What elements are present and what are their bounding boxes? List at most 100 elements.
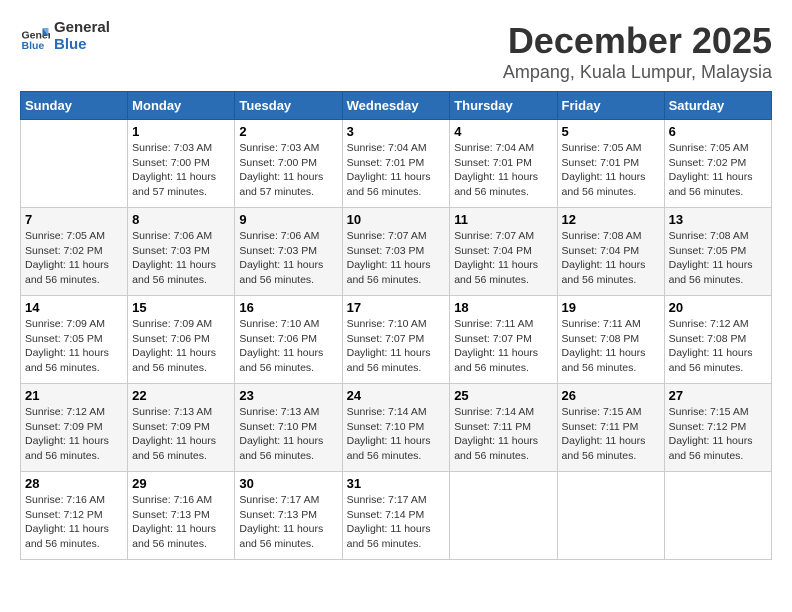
calendar-cell: 23 Sunrise: 7:13 AMSunset: 7:10 PMDayligh… (235, 384, 342, 472)
day-info: Sunrise: 7:10 AMSunset: 7:06 PMDaylight:… (239, 317, 337, 376)
day-number: 5 (562, 124, 660, 139)
calendar-cell: 9 Sunrise: 7:06 AMSunset: 7:03 PMDaylight… (235, 208, 342, 296)
day-number: 1 (132, 124, 230, 139)
calendar-cell: 13 Sunrise: 7:08 AMSunset: 7:05 PMDayligh… (664, 208, 771, 296)
day-number: 16 (239, 300, 337, 315)
day-info: Sunrise: 7:08 AMSunset: 7:05 PMDaylight:… (669, 229, 767, 288)
month-title: December 2025 (503, 20, 772, 62)
day-info: Sunrise: 7:14 AMSunset: 7:11 PMDaylight:… (454, 405, 552, 464)
calendar-cell: 28Sunrise: 7:16 AMSunset: 7:12 PMDayligh… (21, 472, 128, 560)
calendar-week-row: 21 Sunrise: 7:12 AMSunset: 7:09 PMDayligh… (21, 384, 772, 472)
calendar-cell: 25Sunrise: 7:14 AMSunset: 7:11 PMDayligh… (450, 384, 557, 472)
logo-general: General (54, 20, 110, 37)
day-number: 26 (562, 388, 660, 403)
day-info: Sunrise: 7:15 AMSunset: 7:12 PMDaylight:… (669, 405, 767, 464)
day-info: Sunrise: 7:12 AMSunset: 7:08 PMDaylight:… (669, 317, 767, 376)
day-number: 31 (347, 476, 446, 491)
calendar-cell: 1 Sunrise: 7:03 AMSunset: 7:00 PMDaylight… (128, 120, 235, 208)
day-info: Sunrise: 7:06 AMSunset: 7:03 PMDaylight:… (239, 229, 337, 288)
day-info: Sunrise: 7:04 AMSunset: 7:01 PMDaylight:… (347, 141, 446, 200)
col-header-sunday: Sunday (21, 92, 128, 120)
calendar-cell: 7 Sunrise: 7:05 AMSunset: 7:02 PMDaylight… (21, 208, 128, 296)
day-info: Sunrise: 7:09 AMSunset: 7:06 PMDaylight:… (132, 317, 230, 376)
calendar-cell: 15Sunrise: 7:09 AMSunset: 7:06 PMDayligh… (128, 296, 235, 384)
calendar-cell (21, 120, 128, 208)
day-info: Sunrise: 7:05 AMSunset: 7:02 PMDaylight:… (25, 229, 123, 288)
day-info: Sunrise: 7:08 AMSunset: 7:04 PMDaylight:… (562, 229, 660, 288)
calendar-cell: 19Sunrise: 7:11 AMSunset: 7:08 PMDayligh… (557, 296, 664, 384)
title-section: December 2025 Ampang, Kuala Lumpur, Mala… (503, 20, 772, 83)
day-info: Sunrise: 7:05 AMSunset: 7:02 PMDaylight:… (669, 141, 767, 200)
day-info: Sunrise: 7:17 AMSunset: 7:13 PMDaylight:… (239, 493, 337, 552)
col-header-tuesday: Tuesday (235, 92, 342, 120)
calendar-cell: 29 Sunrise: 7:16 AMSunset: 7:13 PMDayligh… (128, 472, 235, 560)
col-header-saturday: Saturday (664, 92, 771, 120)
calendar-cell: 20 Sunrise: 7:12 AMSunset: 7:08 PMDayligh… (664, 296, 771, 384)
day-info: Sunrise: 7:15 AMSunset: 7:11 PMDaylight:… (562, 405, 660, 464)
day-info: Sunrise: 7:07 AMSunset: 7:03 PMDaylight:… (347, 229, 446, 288)
logo-icon: General Blue (20, 22, 50, 52)
day-info: Sunrise: 7:11 AMSunset: 7:07 PMDaylight:… (454, 317, 552, 376)
day-number: 7 (25, 212, 123, 227)
day-number: 2 (239, 124, 337, 139)
calendar-cell: 11Sunrise: 7:07 AMSunset: 7:04 PMDayligh… (450, 208, 557, 296)
day-info: Sunrise: 7:12 AMSunset: 7:09 PMDaylight:… (25, 405, 123, 464)
calendar-week-row: 7 Sunrise: 7:05 AMSunset: 7:02 PMDaylight… (21, 208, 772, 296)
day-number: 29 (132, 476, 230, 491)
day-number: 14 (25, 300, 123, 315)
day-info: Sunrise: 7:14 AMSunset: 7:10 PMDaylight:… (347, 405, 446, 464)
day-info: Sunrise: 7:03 AMSunset: 7:00 PMDaylight:… (132, 141, 230, 200)
day-number: 4 (454, 124, 552, 139)
calendar-cell: 16 Sunrise: 7:10 AMSunset: 7:06 PMDayligh… (235, 296, 342, 384)
day-info: Sunrise: 7:13 AMSunset: 7:10 PMDaylight:… (239, 405, 337, 464)
day-number: 23 (239, 388, 337, 403)
day-number: 21 (25, 388, 123, 403)
day-number: 17 (347, 300, 446, 315)
calendar-cell (664, 472, 771, 560)
calendar-cell: 24 Sunrise: 7:14 AMSunset: 7:10 PMDayligh… (342, 384, 450, 472)
calendar-week-row: 14 Sunrise: 7:09 AMSunset: 7:05 PMDayligh… (21, 296, 772, 384)
day-number: 6 (669, 124, 767, 139)
calendar-week-row: 28Sunrise: 7:16 AMSunset: 7:12 PMDayligh… (21, 472, 772, 560)
calendar-cell (450, 472, 557, 560)
day-number: 30 (239, 476, 337, 491)
day-number: 24 (347, 388, 446, 403)
svg-text:Blue: Blue (22, 40, 45, 52)
day-info: Sunrise: 7:06 AMSunset: 7:03 PMDaylight:… (132, 229, 230, 288)
day-number: 18 (454, 300, 552, 315)
calendar-cell: 31 Sunrise: 7:17 AMSunset: 7:14 PMDayligh… (342, 472, 450, 560)
day-info: Sunrise: 7:16 AMSunset: 7:13 PMDaylight:… (132, 493, 230, 552)
col-header-monday: Monday (128, 92, 235, 120)
day-number: 13 (669, 212, 767, 227)
day-number: 28 (25, 476, 123, 491)
day-number: 9 (239, 212, 337, 227)
calendar-cell: 30 Sunrise: 7:17 AMSunset: 7:13 PMDayligh… (235, 472, 342, 560)
location-title: Ampang, Kuala Lumpur, Malaysia (503, 62, 772, 83)
calendar-cell: 14 Sunrise: 7:09 AMSunset: 7:05 PMDayligh… (21, 296, 128, 384)
day-info: Sunrise: 7:07 AMSunset: 7:04 PMDaylight:… (454, 229, 552, 288)
day-number: 20 (669, 300, 767, 315)
calendar-table: SundayMondayTuesdayWednesdayThursdayFrid… (20, 91, 772, 560)
day-number: 22 (132, 388, 230, 403)
col-header-thursday: Thursday (450, 92, 557, 120)
logo: General Blue General Blue (20, 20, 110, 53)
calendar-cell: 17 Sunrise: 7:10 AMSunset: 7:07 PMDayligh… (342, 296, 450, 384)
day-info: Sunrise: 7:09 AMSunset: 7:05 PMDaylight:… (25, 317, 123, 376)
day-info: Sunrise: 7:17 AMSunset: 7:14 PMDaylight:… (347, 493, 446, 552)
calendar-cell: 18 Sunrise: 7:11 AMSunset: 7:07 PMDayligh… (450, 296, 557, 384)
calendar-cell: 6 Sunrise: 7:05 AMSunset: 7:02 PMDaylight… (664, 120, 771, 208)
calendar-cell: 12Sunrise: 7:08 AMSunset: 7:04 PMDayligh… (557, 208, 664, 296)
calendar-cell (557, 472, 664, 560)
calendar-cell: 2 Sunrise: 7:03 AMSunset: 7:00 PMDaylight… (235, 120, 342, 208)
logo-blue: Blue (54, 37, 110, 54)
calendar-header-row: SundayMondayTuesdayWednesdayThursdayFrid… (21, 92, 772, 120)
day-number: 19 (562, 300, 660, 315)
day-number: 27 (669, 388, 767, 403)
calendar-cell: 21 Sunrise: 7:12 AMSunset: 7:09 PMDayligh… (21, 384, 128, 472)
day-info: Sunrise: 7:03 AMSunset: 7:00 PMDaylight:… (239, 141, 337, 200)
calendar-cell: 3 Sunrise: 7:04 AMSunset: 7:01 PMDaylight… (342, 120, 450, 208)
day-number: 8 (132, 212, 230, 227)
calendar-cell: 4Sunrise: 7:04 AMSunset: 7:01 PMDaylight… (450, 120, 557, 208)
day-info: Sunrise: 7:10 AMSunset: 7:07 PMDaylight:… (347, 317, 446, 376)
day-number: 3 (347, 124, 446, 139)
